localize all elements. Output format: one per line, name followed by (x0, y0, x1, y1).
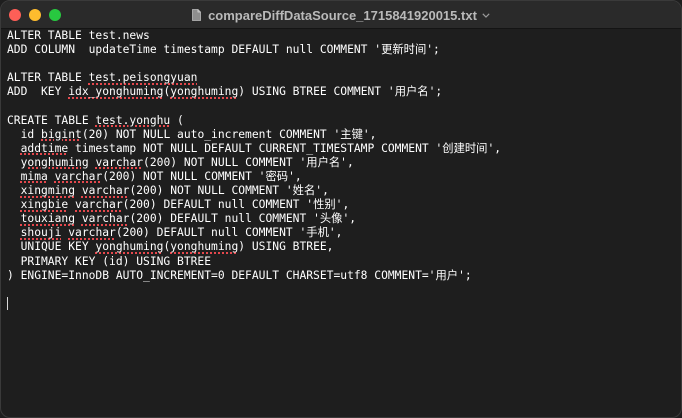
text-line: shouji varchar(200) DEFAULT null COMMENT… (7, 226, 675, 240)
text-segment: (200) NOT NULL COMMENT '密码', (102, 169, 302, 183)
misspelled-word: xingbie (20, 198, 69, 212)
text-segment: ADD KEY (7, 85, 69, 99)
misspelled-word: varchar (81, 184, 130, 198)
text-line: xingming varchar(200) NOT NULL COMMENT '… (7, 184, 675, 198)
text-segment (7, 212, 21, 225)
misspelled-word: yonghuming (20, 155, 89, 169)
text-line: ADD KEY idx_yonghuming(yonghuming) USING… (7, 85, 675, 99)
text-segment: ) USING BTREE, (238, 240, 334, 254)
text-segment (7, 156, 21, 169)
misspelled-word: varchar (81, 212, 130, 226)
chevron-down-icon[interactable] (482, 12, 490, 18)
text-editor-window: compareDiffDataSource_1715841920015.txt … (0, 0, 682, 418)
document-icon (192, 9, 201, 21)
window-title-area[interactable]: compareDiffDataSource_1715841920015.txt (1, 1, 681, 29)
text-line: ADD COLUMN updateTime timestamp DEFAULT … (7, 43, 675, 57)
text-segment: UNIQUE KEY (7, 240, 96, 254)
text-segment: ) USING BTREE COMMENT '用户名'; (238, 85, 443, 99)
text-line: PRIMARY KEY (id) USING BTREE (7, 255, 675, 269)
text-line: CREATE TABLE test.yonghu ( (7, 114, 675, 128)
misspelled-word: yonghuming (95, 240, 164, 254)
text-line: ALTER TABLE test.news (7, 29, 675, 43)
misspelled-word: test.yonghu (95, 113, 171, 127)
text-segment: (20) NOT NULL auto_increment COMMENT '主键… (81, 127, 377, 141)
text-segment (75, 184, 82, 197)
text-segment (7, 226, 21, 239)
text-segment: (200) DEFAULT null COMMENT '性别', (122, 198, 350, 212)
title-bar[interactable]: compareDiffDataSource_1715841920015.txt (1, 1, 681, 29)
text-segment: id (7, 127, 42, 141)
text-line: id bigint(20) NOT NULL auto_increment CO… (7, 128, 675, 142)
text-line (7, 57, 675, 71)
text-segment (75, 212, 82, 225)
text-segment (68, 198, 75, 211)
misspelled-word: varchar (54, 169, 103, 183)
text-segment: timestamp NOT NULL DEFAULT CURRENT_TIMES… (68, 141, 502, 155)
text-line: mima varchar(200) NOT NULL COMMENT '密码', (7, 170, 675, 184)
misspelled-word: yonghuming (170, 85, 239, 99)
misspelled-word: bigint (41, 127, 82, 141)
text-line: yonghuming varchar(200) NOT NULL COMMENT… (7, 156, 675, 170)
text-segment: ( (170, 113, 184, 127)
text-segment (7, 198, 21, 211)
misspelled-word: varchar (95, 155, 144, 169)
text-segment: (200) NOT NULL COMMENT '用户名', (143, 155, 354, 169)
text-segment: PRIMARY KEY (id) USING BTREE (7, 254, 212, 268)
text-segment: (200) DEFAULT null COMMENT '手机', (115, 226, 343, 240)
text-line: ALTER TABLE test.peisongyuan (7, 71, 675, 85)
text-segment: (200) NOT NULL COMMENT '姓名', (129, 184, 329, 198)
misspelled-word: mima (20, 169, 48, 183)
text-segment: ADD COLUMN updateTime timestamp DEFAULT … (7, 43, 440, 57)
misspelled-word: shouji (20, 226, 62, 240)
misspelled-word: idx_yonghuming (68, 85, 164, 99)
window-title: compareDiffDataSource_1715841920015.txt (208, 7, 477, 23)
text-segment (7, 184, 21, 197)
text-segment (7, 142, 21, 155)
text-line (7, 99, 675, 113)
text-segment: (200) DEFAULT null COMMENT '头像', (129, 212, 357, 226)
text-segment (48, 170, 55, 183)
text-line: UNIQUE KEY yonghuming(yonghuming) USING … (7, 240, 675, 254)
misspelled-word: test.peisongyuan (88, 71, 198, 85)
misspelled-word: varchar (68, 226, 116, 240)
text-segment: ALTER TABLE test.news (7, 29, 150, 42)
text-segment: ) ENGINE=InnoDB AUTO_INCREMENT=0 DEFAULT… (7, 268, 472, 282)
misspelled-word: xingming (20, 184, 76, 198)
text-segment: ALTER TABLE (7, 71, 89, 85)
text-line: touxiang varchar(200) DEFAULT null COMME… (7, 212, 675, 226)
text-line (7, 296, 675, 311)
misspelled-word: yonghuming (170, 240, 239, 254)
text-cursor (7, 296, 8, 310)
text-line: ) ENGINE=InnoDB AUTO_INCREMENT=0 DEFAULT… (7, 269, 675, 283)
text-line (7, 283, 675, 297)
text-line: xingbie varchar(200) DEFAULT null COMMEN… (7, 198, 675, 212)
text-editor-area[interactable]: ALTER TABLE test.news ADD COLUMN updateTi… (7, 29, 675, 417)
misspelled-word: addtime (20, 141, 69, 155)
text-segment: CREATE TABLE (7, 113, 96, 127)
text-line: addtime timestamp NOT NULL DEFAULT CURRE… (7, 142, 675, 156)
misspelled-word: touxiang (20, 212, 76, 226)
text-segment (7, 170, 21, 183)
misspelled-word: varchar (75, 198, 123, 212)
